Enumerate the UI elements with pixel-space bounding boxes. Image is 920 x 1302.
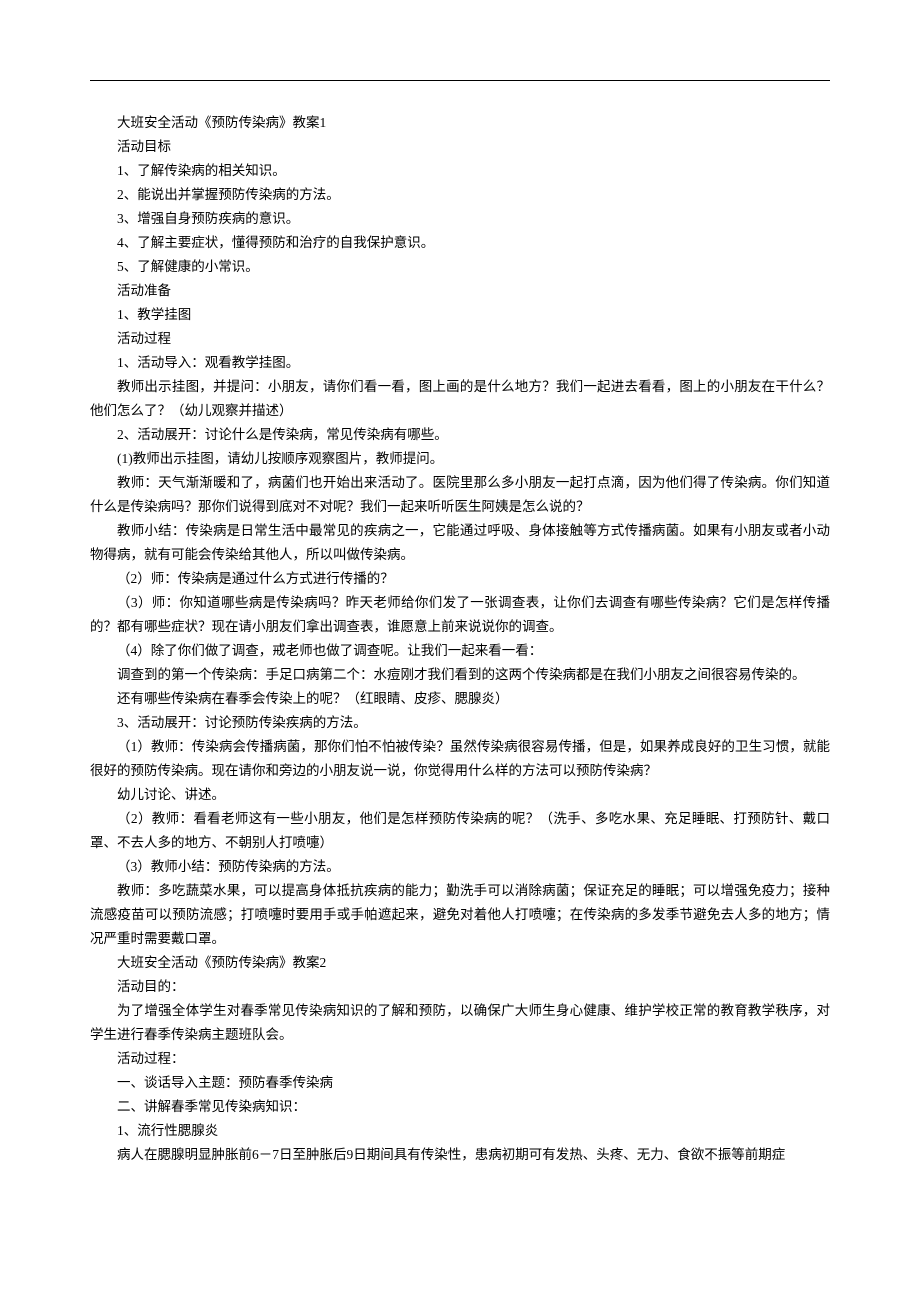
paragraph: （1）教师：传染病会传播病菌，那你们怕不怕被传染？虽然传染病很容易传播，但是，如… bbox=[90, 735, 830, 783]
paragraph: 活动目的： bbox=[90, 975, 830, 999]
paragraph: (1)教师出示挂图，请幼儿按顺序观察图片，教师提问。 bbox=[90, 447, 830, 471]
paragraph: 活动目标 bbox=[90, 135, 830, 159]
paragraph: 一、谈话导入主题：预防春季传染病 bbox=[90, 1071, 830, 1095]
paragraph: 4、了解主要症状，懂得预防和治疗的自我保护意识。 bbox=[90, 231, 830, 255]
paragraph: 1、教学挂图 bbox=[90, 303, 830, 327]
paragraph: 活动过程： bbox=[90, 1047, 830, 1071]
paragraph: （4）除了你们做了调查，戒老师也做了调查呢。让我们一起来看一看： bbox=[90, 639, 830, 663]
paragraph: 5、了解健康的小常识。 bbox=[90, 255, 830, 279]
paragraph: 3、活动展开：讨论预防传染疾病的方法。 bbox=[90, 711, 830, 735]
paragraph: 二、讲解春季常见传染病知识： bbox=[90, 1095, 830, 1119]
paragraph: 教师小结：传染病是日常生活中最常见的疾病之一，它能通过呼吸、身体接触等方式传播病… bbox=[90, 519, 830, 567]
paragraph: 还有哪些传染病在春季会传染上的呢？（红眼睛、皮疹、腮腺炎） bbox=[90, 687, 830, 711]
paragraph: 调查到的第一个传染病：手足口病第二个：水痘刚才我们看到的这两个传染病都是在我们小… bbox=[90, 663, 830, 687]
paragraph: （2）教师：看看老师这有一些小朋友，他们是怎样预防传染病的呢？（洗手、多吃水果、… bbox=[90, 807, 830, 855]
paragraph: 3、增强自身预防疾病的意识。 bbox=[90, 207, 830, 231]
paragraph: 活动准备 bbox=[90, 279, 830, 303]
paragraph: 为了增强全体学生对春季常见传染病知识的了解和预防，以确保广大师生身心健康、维护学… bbox=[90, 999, 830, 1047]
paragraph: 教师：天气渐渐暖和了，病菌们也开始出来活动了。医院里那么多小朋友一起打点滴，因为… bbox=[90, 471, 830, 519]
paragraph: 大班安全活动《预防传染病》教案2 bbox=[90, 951, 830, 975]
paragraph: （2）师：传染病是通过什么方式进行传播的？ bbox=[90, 567, 830, 591]
paragraph: 教师出示挂图，并提问：小朋友，请你们看一看，图上画的是什么地方？我们一起进去看看… bbox=[90, 375, 830, 423]
document-body: 大班安全活动《预防传染病》教案1活动目标1、了解传染病的相关知识。2、能说出并掌… bbox=[90, 111, 830, 1167]
paragraph: 1、活动导入：观看教学挂图。 bbox=[90, 351, 830, 375]
paragraph: 病人在腮腺明显肿胀前6－7日至肿胀后9日期间具有传染性，患病初期可有发热、头疼、… bbox=[90, 1143, 830, 1167]
paragraph: 1、了解传染病的相关知识。 bbox=[90, 159, 830, 183]
paragraph: 教师：多吃蔬菜水果，可以提高身体抵抗疾病的能力；勤洗手可以消除病菌；保证充足的睡… bbox=[90, 879, 830, 951]
document-page: 大班安全活动《预防传染病》教案1活动目标1、了解传染病的相关知识。2、能说出并掌… bbox=[0, 0, 920, 1227]
paragraph: （3）教师小结：预防传染病的方法。 bbox=[90, 855, 830, 879]
paragraph: 大班安全活动《预防传染病》教案1 bbox=[90, 111, 830, 135]
paragraph: （3）师：你知道哪些病是传染病吗？昨天老师给你们发了一张调查表，让你们去调查有哪… bbox=[90, 591, 830, 639]
paragraph: 1、流行性腮腺炎 bbox=[90, 1119, 830, 1143]
paragraph: 活动过程 bbox=[90, 327, 830, 351]
paragraph: 2、能说出并掌握预防传染病的方法。 bbox=[90, 183, 830, 207]
paragraph: 2、活动展开：讨论什么是传染病，常见传染病有哪些。 bbox=[90, 423, 830, 447]
paragraph: 幼儿讨论、讲述。 bbox=[90, 783, 830, 807]
top-divider bbox=[90, 80, 830, 81]
